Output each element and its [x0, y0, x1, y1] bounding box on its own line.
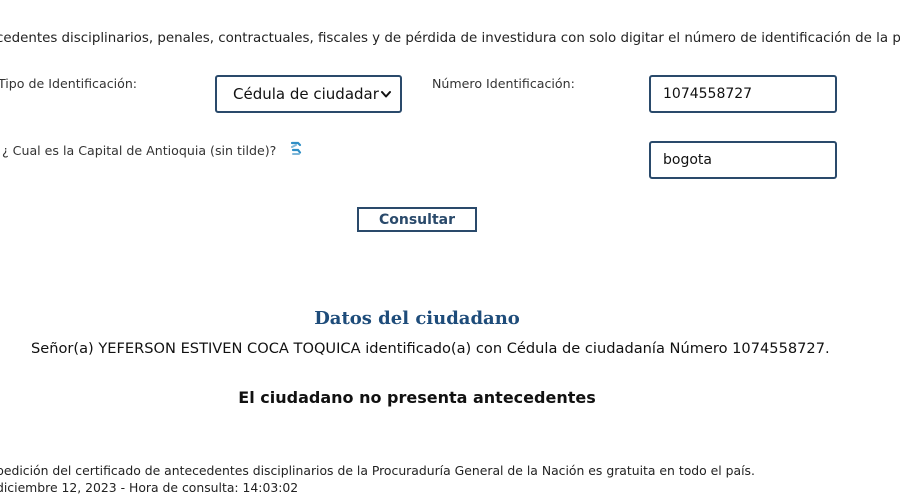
tipo-identificacion-selected: Cédula de ciudadar: [233, 85, 379, 103]
footer-timestamp: diciembre 12, 2023 - Hora de consulta: 1…: [0, 480, 299, 495]
tipo-identificacion-label: Tipo de Identificación:: [0, 76, 138, 91]
captcha-question: ¿ Cual es la Capital de Antioquia (sin t…: [2, 143, 277, 158]
section-title: Datos del ciudadano: [314, 308, 520, 329]
result-status: El ciudadano no presenta antecedentes: [238, 388, 596, 407]
numero-identificacion-input[interactable]: [649, 75, 837, 113]
numero-identificacion-label: Número Identificación:: [432, 76, 575, 91]
consultar-button[interactable]: Consultar: [357, 207, 477, 232]
captcha-answer-input[interactable]: [649, 141, 837, 179]
intro-text: cedentes disciplinarios, penales, contra…: [0, 31, 900, 46]
chevron-down-icon: [381, 91, 391, 98]
footer-notice: pedición del certificado de antecedentes…: [0, 463, 755, 478]
person-info-line: Señor(a) YEFERSON ESTIVEN COCA TOQUICA i…: [31, 340, 830, 357]
tipo-identificacion-select[interactable]: Cédula de ciudadar: [215, 75, 402, 113]
refresh-icon[interactable]: [289, 140, 303, 156]
consulta-antecedentes-page: cedentes disciplinarios, penales, contra…: [0, 0, 900, 500]
